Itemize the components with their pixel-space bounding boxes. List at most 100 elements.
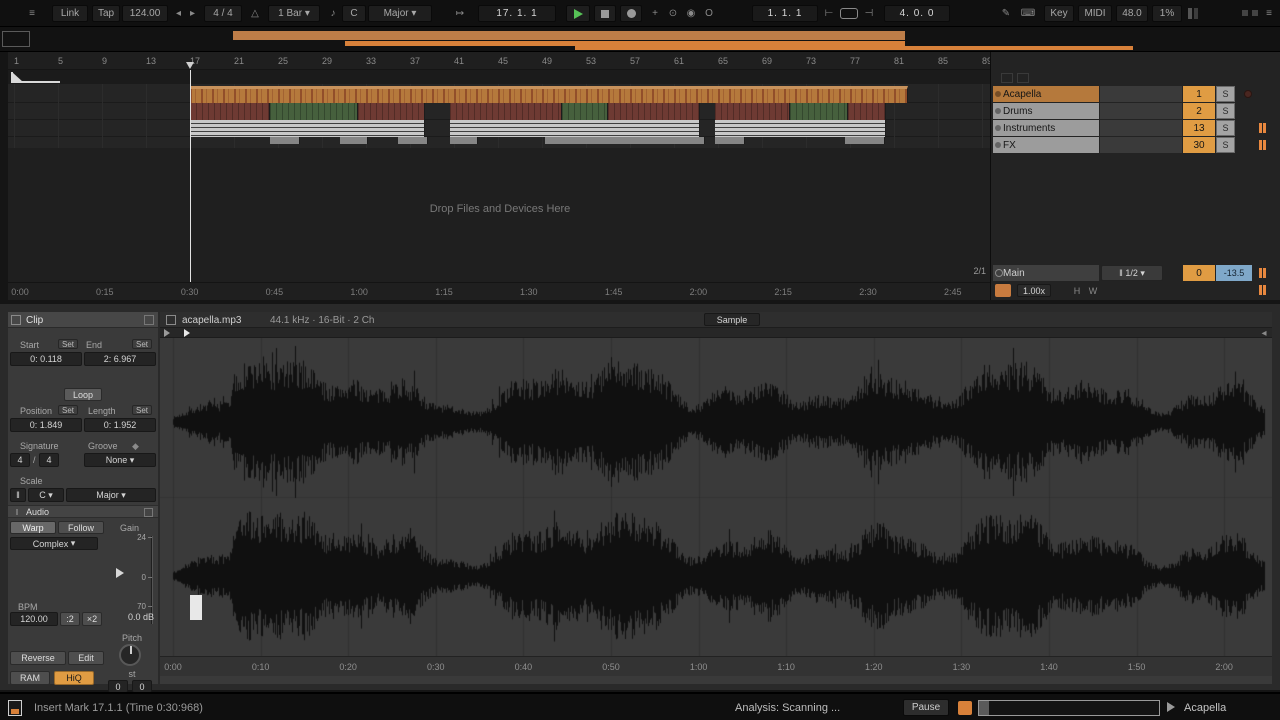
signature-numerator-field[interactable]: 4 [10, 453, 30, 467]
scale-root-menu[interactable]: C ▾ [28, 488, 64, 502]
overview-zoom-box[interactable] [2, 31, 30, 47]
track-row-drums[interactable]: Drums 2S [993, 103, 1273, 120]
position-set-button[interactable]: Set [58, 405, 78, 415]
groove-commit-icon[interactable]: ◆ [132, 441, 139, 452]
track-number-box[interactable]: 30 [1183, 137, 1215, 153]
loop-switch-icon[interactable] [840, 8, 858, 19]
tap-tempo-button[interactable]: Tap [92, 5, 120, 22]
start-set-button[interactable]: Set [58, 339, 78, 349]
solo-button[interactable]: S [1216, 86, 1235, 102]
bpm-double-button[interactable]: ×2 [82, 612, 102, 626]
nudge-up-icon[interactable]: ▸ [186, 6, 199, 21]
automation-arm-icon[interactable]: ◉ [684, 6, 698, 21]
selection-marker[interactable] [190, 595, 202, 620]
seg-bpm-field[interactable]: 120.00 [10, 612, 58, 626]
track-lanes[interactable] [8, 84, 990, 148]
session-record-icon[interactable]: O [702, 6, 716, 21]
section-collapse-icon[interactable] [144, 508, 153, 517]
loop-brace-icon[interactable] [10, 70, 62, 84]
playback-speed-field[interactable]: 1.00x [1017, 284, 1051, 297]
track-number-box[interactable]: 1 [1183, 86, 1215, 102]
pause-analysis-button[interactable]: Pause [903, 699, 949, 716]
signature-denominator-field[interactable]: 4 [39, 453, 59, 467]
solo-button[interactable]: S [1216, 137, 1235, 153]
warp-marker-strip[interactable]: ◂ [160, 328, 1272, 338]
edit-button[interactable]: Edit [68, 651, 104, 665]
sample-waveform-canvas[interactable] [160, 338, 1272, 656]
nudge-down-icon[interactable]: ◂ [172, 6, 185, 21]
quantize-menu[interactable]: 1 Bar ▾ [268, 5, 320, 22]
arrangement-overview[interactable] [0, 27, 1280, 52]
main-track-name-cell[interactable]: Main [993, 265, 1099, 281]
zoom-height-button[interactable]: H [1071, 284, 1083, 297]
arrangement-time-ruler[interactable]: 0:000:150:300:451:001:151:301:452:002:15… [8, 282, 990, 300]
main-volume-field[interactable]: -13.5 [1216, 265, 1252, 281]
track-row-instruments[interactable]: Instruments13S [993, 120, 1273, 137]
capture-midi-icon[interactable]: + [648, 6, 662, 21]
loop-length-field[interactable]: 4. 0. 0 [884, 5, 950, 22]
reverse-button[interactable]: Reverse [10, 651, 66, 665]
scale-root-menu[interactable]: C [342, 5, 366, 22]
zoom-width-button[interactable]: W [1087, 284, 1099, 297]
track-name-cell[interactable]: Instruments [993, 120, 1099, 136]
grid-mode-button[interactable] [995, 284, 1011, 297]
loop-position-field[interactable]: 0: 1.849 [10, 418, 82, 432]
punch-out-icon[interactable]: ⊣ [862, 6, 876, 21]
solo-button[interactable]: S [1216, 103, 1235, 119]
cpu-meter-value[interactable]: 1% [1152, 5, 1182, 22]
track-activator-icon[interactable] [995, 108, 1001, 114]
clip-tab[interactable]: Clip [8, 312, 158, 328]
scale-piano-icon[interactable]: ‖ [10, 488, 26, 502]
options-menu-icon[interactable]: ≡ [24, 6, 40, 21]
clip-activator-icon[interactable] [11, 315, 21, 325]
length-set-button[interactable]: Set [132, 405, 152, 415]
main-routing-menu[interactable]: ‖ 1/2 ▾ [1101, 265, 1163, 281]
track-row-fx[interactable]: FX 30S [993, 137, 1273, 154]
start-marker-icon[interactable] [164, 329, 170, 337]
end-set-button[interactable]: Set [132, 339, 152, 349]
panel-collapse-icon[interactable] [144, 315, 154, 325]
stop-button[interactable] [594, 5, 616, 22]
insert-marker-flag[interactable] [186, 62, 194, 69]
warp-mode-menu[interactable]: Complex ▾ [10, 537, 98, 550]
arrangement-position-display[interactable]: 17. 1. 1 [478, 5, 556, 22]
play-button[interactable] [566, 5, 590, 22]
track-activator-icon[interactable] [995, 125, 1001, 131]
arrangement-drop-zone[interactable]: Drop Files and Devices Here [8, 148, 990, 282]
solo-button[interactable]: S [1216, 120, 1235, 136]
metronome-icon[interactable]: △ [246, 6, 264, 21]
loop-start-field[interactable]: 1. 1. 1 [752, 5, 818, 22]
bar-ruler[interactable]: 1591317212529333741454953576165697377818… [8, 52, 990, 70]
computer-midi-keyboard-icon[interactable]: ⌨ [1018, 6, 1038, 21]
main-track-row[interactable]: Main ‖ 1/2 ▾ 0 -13.5 [993, 265, 1273, 282]
gain-slider-track[interactable] [151, 536, 153, 624]
draw-mode-icon[interactable]: ✎ [998, 6, 1014, 21]
follow-icon[interactable]: ↦ [452, 6, 468, 21]
time-signature-field[interactable]: 4 / 4 [204, 5, 242, 22]
record-arm-icon[interactable] [1244, 90, 1252, 98]
audio-section-header[interactable]: ‖ Audio [8, 505, 158, 518]
groove-menu[interactable]: None ▾ [84, 453, 156, 467]
panel-menu-icon[interactable]: ≡ [1262, 6, 1276, 21]
bpm-half-button[interactable]: :2 [60, 612, 80, 626]
scrub-area[interactable] [8, 70, 990, 84]
sample-time-ruler[interactable]: 0:000:100:200:300:400:501:001:101:201:30… [160, 656, 1272, 676]
midi-map-button[interactable]: MIDI [1078, 5, 1112, 22]
track-activator-icon[interactable] [995, 91, 1001, 97]
tempo-field[interactable]: 124.00 [122, 5, 168, 22]
scroll-left-icon[interactable]: ◂ [1258, 328, 1270, 338]
track-name-cell[interactable]: Drums [993, 103, 1099, 119]
key-map-button[interactable]: Key [1044, 5, 1074, 22]
loop-length-field[interactable]: 0: 1.952 [84, 418, 156, 432]
overdub-icon[interactable]: ⊙ [666, 6, 680, 21]
gain-value[interactable]: 0.0 dB [108, 612, 154, 622]
clip-start-field[interactable]: 0: 0.118 [10, 352, 82, 366]
warp-button[interactable]: Warp [10, 521, 56, 534]
record-button[interactable] [620, 5, 642, 22]
main-pan-field[interactable]: 0 [1183, 265, 1215, 281]
track-number-box[interactable]: 2 [1183, 103, 1215, 119]
track-name-cell[interactable]: FX [993, 137, 1099, 153]
punch-in-icon[interactable]: ⊢ [822, 6, 836, 21]
ram-button[interactable]: RAM [10, 671, 50, 685]
sample-tab[interactable]: Sample [704, 313, 760, 326]
